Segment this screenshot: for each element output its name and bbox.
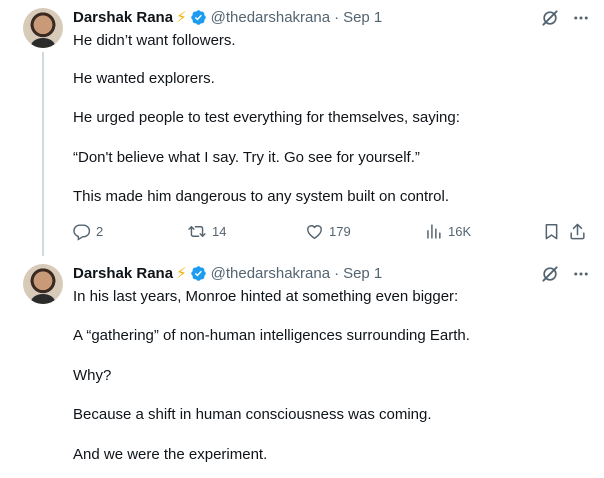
reply-icon (73, 223, 91, 241)
reply-count: 2 (96, 223, 104, 239)
tweet-paragraph: Because a shift in human consciousness w… (73, 406, 432, 423)
author-handle[interactable]: @thedarshakrana (211, 265, 330, 282)
bookmark-icon (545, 223, 558, 239)
tweet-action-bar: 2 14 179 16K (72, 221, 592, 241)
like-icon (307, 224, 322, 239)
author-emoji: ⚡ (176, 265, 187, 282)
views-button[interactable]: 16K (424, 221, 471, 241)
views-icon (427, 223, 441, 239)
tweet[interactable]: Darshak Rana ⚡ @thedarshakrana · Sep 1 I… (0, 0, 604, 463)
bookmark-button[interactable] (542, 221, 561, 241)
tweet-paragraph: In his last years, Monroe hinted at some… (73, 288, 459, 305)
repost-icon (188, 225, 206, 237)
tweet-paragraph: Why? (73, 367, 112, 384)
reply-button[interactable]: 2 (72, 221, 103, 241)
separator-dot: · (334, 264, 340, 282)
repost-count: 14 (212, 223, 227, 239)
author-name[interactable]: Darshak Rana (73, 265, 173, 282)
avatar[interactable] (23, 264, 63, 304)
tweet-paragraph: And we were the experiment. (73, 446, 268, 463)
tweet-top-actions (540, 264, 590, 284)
like-count: 179 (329, 223, 351, 239)
share-button[interactable] (568, 221, 587, 241)
tweet-header: Darshak Rana ⚡ @thedarshakrana · Sep 1 (73, 263, 382, 283)
repost-button[interactable]: 14 (187, 221, 226, 241)
grok-icon[interactable] (540, 264, 560, 284)
tweet-paragraph: A “gathering” of non-human intelligences… (73, 327, 470, 344)
verified-badge-icon[interactable] (190, 265, 207, 282)
tweet-date[interactable]: Sep 1 (343, 265, 382, 282)
views-count: 16K (448, 223, 472, 239)
more-icon[interactable] (572, 265, 590, 283)
like-button[interactable]: 179 (305, 221, 351, 241)
share-icon (570, 223, 585, 239)
